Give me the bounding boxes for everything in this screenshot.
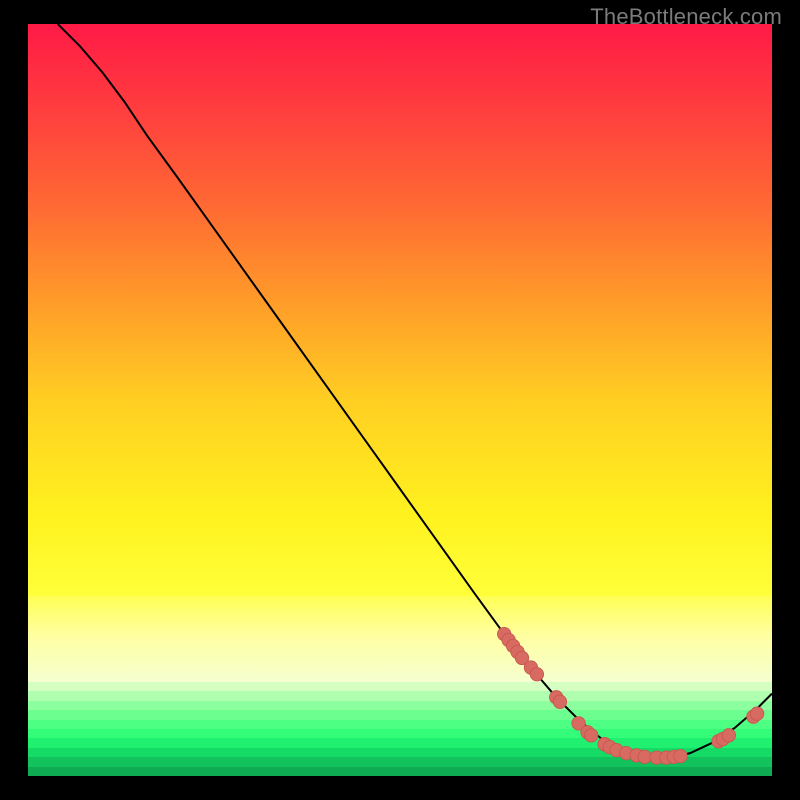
data-marker <box>530 668 543 681</box>
plot-area <box>28 24 772 776</box>
bottleneck-curve <box>58 24 772 758</box>
chart-svg <box>28 24 772 768</box>
watermark-text: TheBottleneck.com <box>590 4 782 30</box>
data-marker <box>722 729 735 742</box>
data-marker <box>585 729 598 742</box>
data-marker <box>674 749 687 762</box>
data-marker <box>553 695 566 708</box>
green-band <box>28 767 772 776</box>
data-marker <box>638 750 651 763</box>
data-marker <box>750 707 763 720</box>
chart-frame: TheBottleneck.com <box>0 0 800 800</box>
